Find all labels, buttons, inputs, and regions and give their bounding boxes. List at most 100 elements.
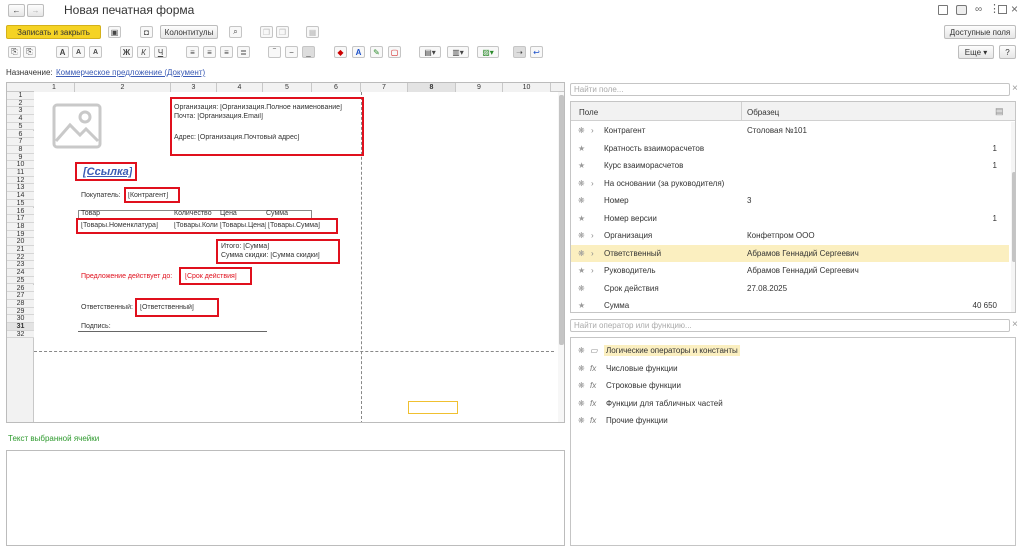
price-header-cell[interactable]: Цена bbox=[220, 210, 237, 217]
row-header[interactable]: 24 bbox=[7, 269, 34, 277]
link-icon[interactable]: ∞ bbox=[975, 4, 982, 15]
row-header[interactable]: 7 bbox=[7, 138, 34, 146]
picture-icon[interactable]: ▨▾ bbox=[477, 46, 499, 58]
function-group[interactable]: ❋ ▭ Логические операторы и константы bbox=[571, 342, 1015, 360]
spreadsheet[interactable]: 1 2 3 4 5 6 7 8 9 10 1 2 3 4 5 6 7 8 9 10 11 12 13 14… bbox=[6, 82, 565, 423]
picture-placeholder-icon[interactable] bbox=[52, 103, 102, 149]
forward-button[interactable]: → bbox=[27, 4, 44, 17]
valign-bottom-icon[interactable]: _ bbox=[302, 46, 315, 58]
buyer-label-cell[interactable]: Покупатель: bbox=[81, 192, 121, 199]
field-row[interactable]: ★ Номер версии 1 bbox=[571, 210, 1009, 228]
row-header[interactable]: 18 bbox=[7, 222, 34, 231]
row-header[interactable]: 1 bbox=[7, 92, 34, 100]
purpose-link[interactable]: Коммерческое предложение (Документ) bbox=[56, 68, 205, 77]
function-search-clear-icon[interactable]: × bbox=[1012, 319, 1018, 330]
wrap-icon[interactable]: ↩ bbox=[530, 46, 543, 58]
merge-icon[interactable]: ▥▾ bbox=[447, 46, 469, 58]
field-search-input[interactable]: Найти поле... bbox=[570, 83, 1010, 96]
paste-format-icon[interactable]: ⎘ bbox=[23, 46, 36, 58]
back-button[interactable]: ← bbox=[8, 4, 25, 17]
selected-cell[interactable] bbox=[408, 401, 458, 414]
row-header[interactable]: 29 bbox=[7, 307, 34, 316]
find-icon[interactable]: ⌕ bbox=[229, 26, 242, 38]
function-group[interactable]: ❋ fx Числовые функции bbox=[571, 360, 1015, 378]
valign-middle-icon[interactable]: − bbox=[285, 46, 298, 58]
row-header[interactable]: 4 bbox=[7, 115, 34, 123]
valign-top-icon[interactable]: ‾ bbox=[268, 46, 281, 58]
print-icon[interactable] bbox=[956, 5, 967, 15]
resp-label-cell[interactable]: Ответственный: bbox=[81, 304, 133, 311]
fill-color-icon[interactable]: ◆ bbox=[334, 46, 347, 58]
row-header[interactable]: 28 bbox=[7, 299, 34, 308]
function-search-input[interactable]: Найти оператор или функцию... bbox=[570, 319, 1010, 332]
row-header[interactable]: 25 bbox=[7, 276, 34, 285]
row-header[interactable]: 12 bbox=[7, 176, 34, 185]
field-row[interactable]: ★ › Руководитель Абрамов Геннадий Сергеевич bbox=[571, 262, 1009, 280]
chevron-right-icon[interactable]: › bbox=[591, 126, 594, 135]
more-button[interactable]: Еще ▾ bbox=[958, 45, 994, 59]
column-header[interactable]: 8 bbox=[408, 83, 456, 92]
chevron-right-icon[interactable]: › bbox=[591, 179, 594, 188]
function-group[interactable]: ❋ fx Функции для табличных частей bbox=[571, 395, 1015, 413]
row-header[interactable]: 5 bbox=[7, 122, 34, 131]
row-header[interactable]: 15 bbox=[7, 199, 34, 208]
column-header[interactable]: 10 bbox=[503, 83, 551, 92]
preview-icon[interactable]: ◘ bbox=[140, 26, 153, 38]
row-header[interactable]: 22 bbox=[7, 253, 34, 262]
field-row[interactable]: ❋ › На основании (за руководителя) bbox=[571, 175, 1009, 193]
row-header[interactable]: 21 bbox=[7, 246, 34, 254]
field-row[interactable]: ❋ › Ответственный Абрамов Геннадий Сергееви… bbox=[571, 244, 1009, 262]
row-header[interactable]: 23 bbox=[7, 261, 34, 270]
maximize-icon[interactable] bbox=[998, 5, 1007, 14]
column-header[interactable]: 1 bbox=[34, 83, 75, 92]
row-header[interactable]: 30 bbox=[7, 315, 34, 323]
row-header[interactable]: 2 bbox=[7, 99, 34, 108]
table-icon[interactable]: ▦ bbox=[306, 26, 319, 38]
underline-button[interactable]: Ч bbox=[154, 46, 167, 58]
cell-text-area[interactable] bbox=[6, 450, 565, 546]
field-row[interactable]: ❋ Срок действия 27.08.2025 bbox=[571, 280, 1009, 298]
function-group[interactable]: ❋ fx Строковые функции bbox=[571, 377, 1015, 395]
field-row[interactable]: ❋ › Контрагент Столовая №101 bbox=[571, 122, 1009, 140]
field-column-header[interactable]: Поле bbox=[579, 108, 598, 117]
field-search-clear-icon[interactable]: × bbox=[1012, 83, 1018, 94]
bold-button[interactable]: Ж bbox=[120, 46, 133, 58]
font-icon[interactable]: A bbox=[56, 46, 69, 58]
chevron-right-icon[interactable]: › bbox=[591, 231, 594, 240]
headers-footers-button[interactable]: Колонтитулы bbox=[160, 25, 218, 39]
field-row[interactable]: ❋ › Организация Конфетпром ООО bbox=[571, 227, 1009, 245]
offer-label-cell[interactable]: Предложение действует до: bbox=[81, 273, 181, 280]
chevron-right-icon[interactable]: › bbox=[591, 266, 594, 275]
align-justify-icon[interactable]: ≣ bbox=[237, 46, 250, 58]
row-header[interactable]: 8 bbox=[7, 145, 34, 154]
font-grow-icon[interactable]: A bbox=[72, 46, 85, 58]
settings-icon[interactable]: ▤ bbox=[995, 106, 1004, 117]
text-color-icon[interactable]: A bbox=[352, 46, 365, 58]
row-header[interactable]: 19 bbox=[7, 230, 34, 239]
row-header[interactable]: 16 bbox=[7, 207, 34, 216]
align-left-icon[interactable]: ≡ bbox=[186, 46, 199, 58]
cell-format-icon[interactable]: ▤▾ bbox=[419, 46, 441, 58]
sign-cell[interactable]: Подпись: bbox=[81, 323, 111, 330]
sum-header-cell[interactable]: Сумма bbox=[266, 210, 288, 217]
align-center-icon[interactable]: ≡ bbox=[203, 46, 216, 58]
save-close-button[interactable]: Записать и закрыть bbox=[6, 25, 101, 39]
row-header[interactable]: 26 bbox=[7, 284, 34, 293]
sheet-scrollbar-thumb[interactable] bbox=[559, 95, 564, 345]
field-row[interactable]: ★ Кратность взаиморасчетов 1 bbox=[571, 140, 1009, 158]
row-header[interactable]: 9 bbox=[7, 153, 34, 162]
row-header[interactable]: 6 bbox=[7, 130, 34, 139]
row-header[interactable]: 10 bbox=[7, 161, 34, 169]
row-header[interactable]: 27 bbox=[7, 292, 34, 300]
column-header[interactable]: 5 bbox=[263, 83, 312, 92]
column-header[interactable]: 6 bbox=[312, 83, 361, 92]
save-icon[interactable]: ▣ bbox=[108, 26, 121, 38]
qty-header-cell[interactable]: Количество bbox=[174, 210, 218, 217]
close-icon[interactable]: × bbox=[1011, 2, 1018, 16]
font-shrink-icon[interactable]: A bbox=[89, 46, 102, 58]
field-row[interactable]: ❋ Номер 3 bbox=[571, 192, 1009, 210]
field-row[interactable]: ★ Сумма 40 650 bbox=[571, 297, 1009, 312]
row-header[interactable]: 11 bbox=[7, 169, 34, 177]
align-right-icon[interactable]: ≡ bbox=[220, 46, 233, 58]
row-header[interactable]: 3 bbox=[7, 107, 34, 116]
